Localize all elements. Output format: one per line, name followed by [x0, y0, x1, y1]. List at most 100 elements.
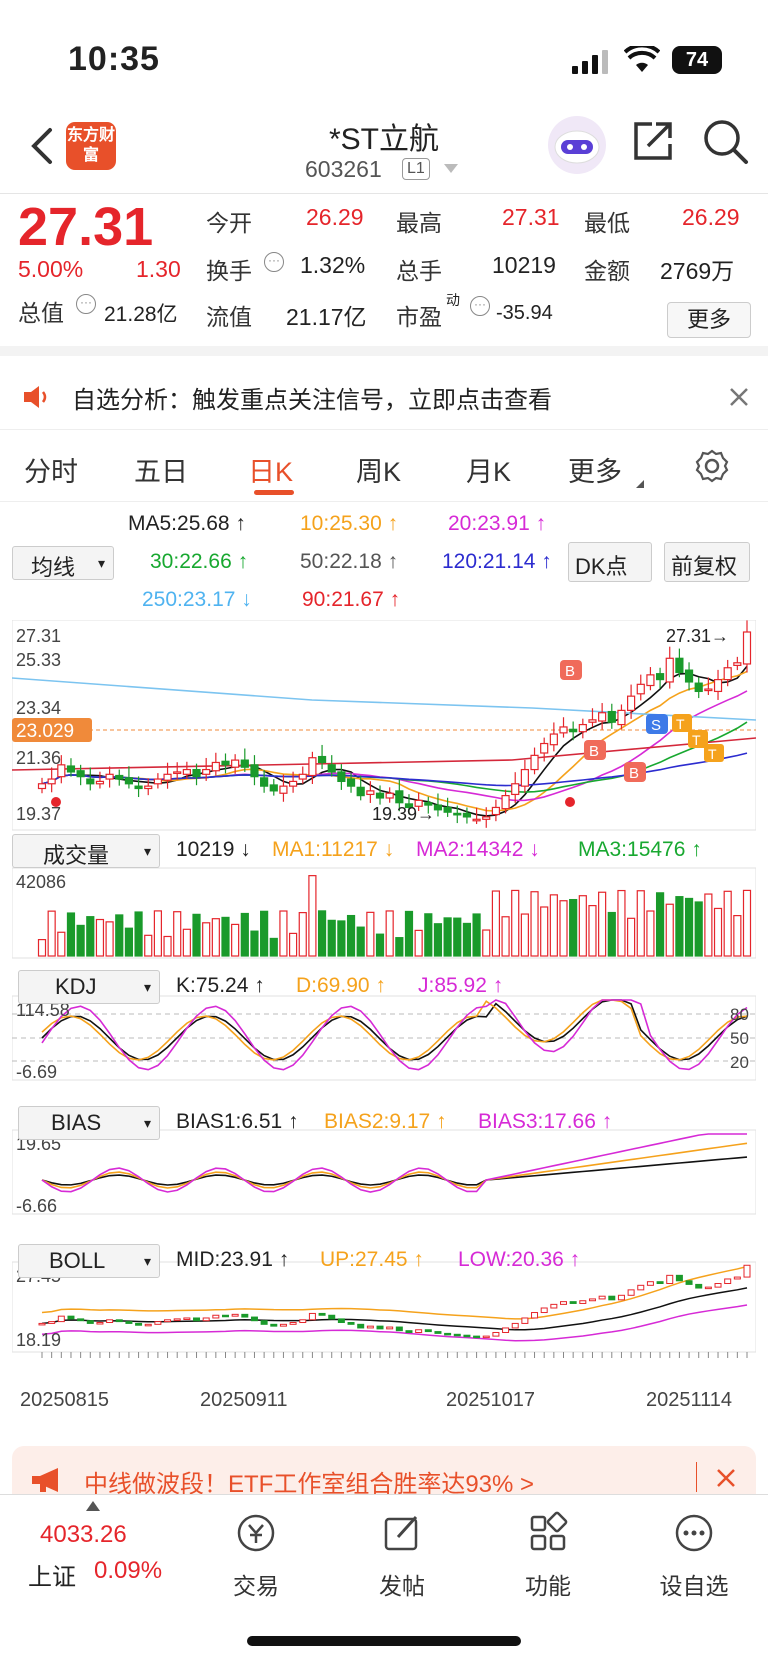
nav-functions[interactable]: 功能	[498, 1511, 598, 1601]
candle	[76, 770, 85, 778]
banner-close-icon[interactable]	[716, 1468, 736, 1488]
kdj-selector[interactable]: KDJ ▾	[18, 970, 160, 1004]
candle	[66, 765, 76, 773]
signal-dot	[51, 797, 61, 807]
boll-candle	[560, 1301, 568, 1305]
kdj-j: J:85.92 ↑	[418, 974, 504, 997]
candle	[684, 669, 694, 683]
index-name[interactable]: 上证	[28, 1557, 76, 1592]
candle	[231, 759, 240, 768]
volume-bar	[124, 927, 134, 957]
more-button[interactable]: 更多	[667, 302, 751, 338]
close-icon[interactable]	[728, 386, 750, 408]
volume-bar	[202, 922, 211, 957]
tab-intraday[interactable]: 分时	[24, 450, 78, 489]
kdj-line	[41, 999, 748, 1061]
info-icon[interactable]: ···	[470, 296, 490, 316]
boll-selector[interactable]: BOLL ▾	[18, 1244, 160, 1278]
more-dots-icon	[675, 1514, 713, 1552]
candle	[269, 784, 278, 792]
boll-candle	[395, 1326, 403, 1332]
tab-daily-k[interactable]: 日K	[248, 450, 293, 489]
level-badge[interactable]: L1	[402, 158, 430, 180]
volume-bar	[675, 896, 684, 957]
tab-five-day[interactable]: 五日	[134, 450, 188, 489]
volume-bar	[240, 912, 249, 957]
candle	[173, 771, 182, 775]
share-icon[interactable]	[630, 118, 676, 164]
volume-bar	[153, 910, 162, 957]
chart-canvas[interactable]: 27.31 25.33 23.34 23.029 21.36 19.37 27.…	[11, 619, 757, 1450]
nav-trade[interactable]: 交易	[206, 1511, 306, 1601]
candle	[153, 778, 162, 785]
nav-add-watchlist[interactable]: 设自选	[644, 1511, 744, 1601]
candle	[443, 806, 452, 813]
turnover-label: 换手	[206, 258, 252, 284]
candle	[559, 726, 568, 734]
candle	[144, 785, 153, 790]
volume-ma3: MA3:15476 ↑	[578, 838, 702, 861]
bias-header: BIAS ▾ BIAS1:6.51 ↑ BIAS2:9.17 ↑ BIAS3:17…	[0, 1104, 768, 1144]
volume-bar	[404, 910, 414, 957]
tab-monthly-k[interactable]: 月K	[466, 450, 511, 489]
info-icon[interactable]: ···	[264, 252, 284, 272]
candle	[356, 786, 365, 797]
settings-icon[interactable]	[694, 448, 730, 484]
boll-candle	[86, 1320, 94, 1324]
tab-weekly-k[interactable]: 周K	[356, 450, 401, 489]
boll-candle	[135, 1322, 143, 1326]
volume-bar	[598, 891, 607, 957]
candle	[385, 792, 394, 799]
volume-bar	[47, 910, 56, 957]
candle	[742, 631, 752, 665]
index-value[interactable]: 4033.26	[40, 1521, 127, 1549]
volume-bar	[182, 928, 191, 957]
stock-code: 603261	[305, 156, 382, 182]
ma-selector[interactable]: 均线 ▾	[12, 546, 114, 580]
volume-bar	[221, 916, 230, 957]
boll-low: LOW:20.36 ↑	[458, 1248, 581, 1271]
dk-point-button[interactable]: DK点	[568, 542, 652, 582]
boll-candle	[279, 1323, 287, 1327]
svg-text:B: B	[565, 663, 575, 680]
volume-bar	[655, 892, 665, 957]
index-change[interactable]: 0.09%	[94, 1557, 162, 1585]
nav-post[interactable]: 发帖	[352, 1511, 452, 1601]
volume-bar	[559, 900, 568, 957]
speaker-icon	[24, 386, 47, 408]
volume-bar	[115, 914, 124, 957]
tab-more-arrow-icon	[636, 480, 644, 488]
volume-bar	[173, 911, 182, 957]
candle	[617, 709, 626, 726]
boll-candle	[337, 1318, 345, 1324]
volume-bar	[665, 903, 674, 957]
open-value: 26.29	[306, 204, 364, 230]
pe-value: -35.94	[496, 302, 553, 324]
volume-bar	[453, 917, 462, 957]
robot-assistant-icon[interactable]	[546, 114, 608, 176]
bias-selector[interactable]: BIAS ▾	[18, 1106, 160, 1140]
boll-candle	[115, 1319, 123, 1323]
info-icon[interactable]: ···	[76, 294, 96, 314]
dropdown-icon[interactable]	[444, 164, 458, 174]
kline-chart[interactable]: 27.31 25.33 23.34 23.029 21.36 19.37 27.…	[11, 619, 757, 1455]
float-value: 21.17亿	[286, 304, 367, 330]
volume-bar	[317, 910, 327, 957]
volume-bar	[269, 937, 278, 957]
search-icon[interactable]	[702, 118, 750, 166]
boll-candle	[328, 1314, 336, 1320]
volume-bar	[443, 917, 452, 957]
boll-candle	[308, 1312, 316, 1321]
boll-candle	[405, 1330, 413, 1333]
tab-more[interactable]: 更多	[568, 450, 622, 489]
notice-bar[interactable]: 自选分析：触发重点关注信号，立即点击查看	[0, 366, 768, 430]
nav-functions-label: 功能	[525, 1573, 571, 1599]
volume-value: 10219	[492, 252, 556, 278]
candle	[453, 812, 462, 816]
boll-candle	[67, 1315, 75, 1320]
adjust-button[interactable]: 前复权	[664, 542, 750, 582]
volume-selector[interactable]: 成交量 ▾	[12, 834, 160, 868]
ma250-value: 250:23.17 ↓	[142, 588, 252, 611]
kdj-header: KDJ ▾ K:75.24 ↑ D:69.90 ↑ J:85.92 ↑	[0, 968, 768, 1008]
home-indicator	[247, 1636, 521, 1646]
